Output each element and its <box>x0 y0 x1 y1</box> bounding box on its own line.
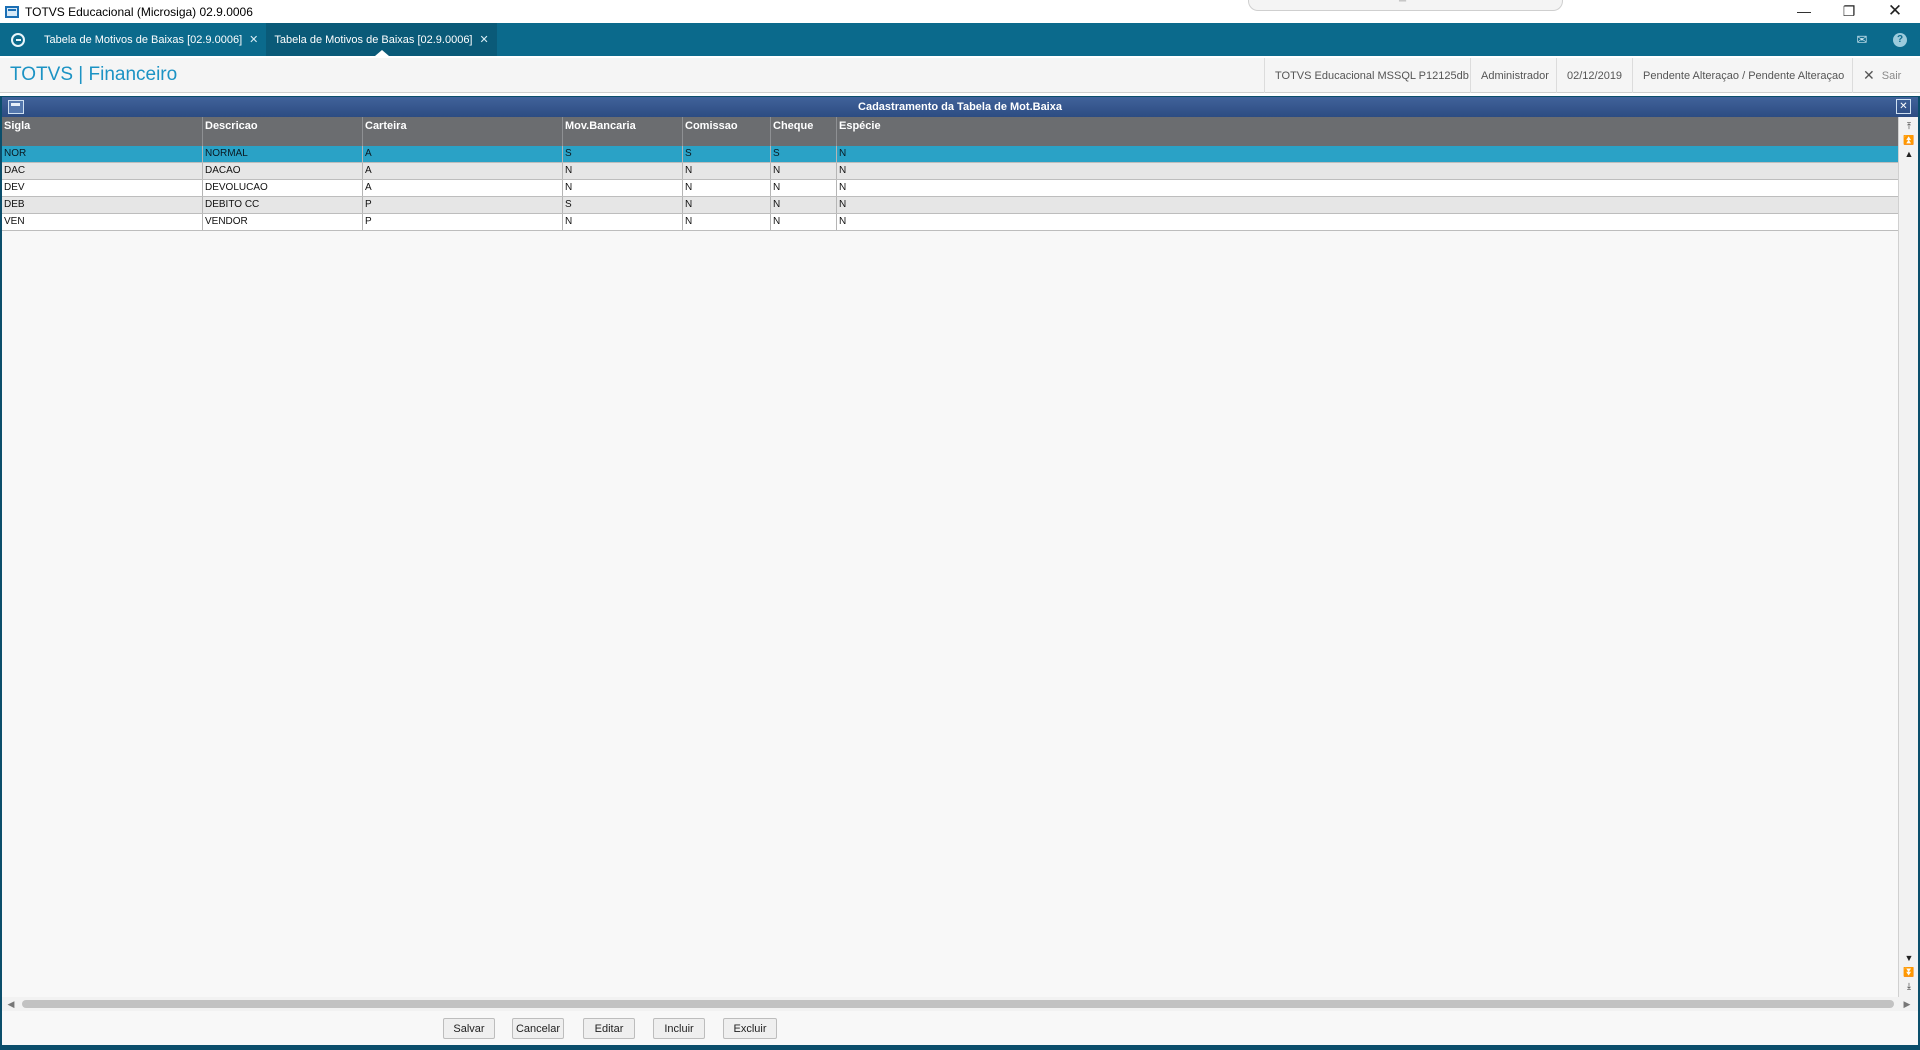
panel-title: Cadastramento da Tabela de Mot.Baixa <box>858 101 1062 113</box>
column-header-sigla[interactable]: Sigla <box>2 117 203 146</box>
panel-titlebar: Cadastramento da Tabela de Mot.Baixa ✕ <box>2 97 1918 117</box>
close-icon: ✕ <box>1863 67 1875 83</box>
horizontal-scroll-thumb[interactable] <box>22 1000 1894 1008</box>
panel-close-icon[interactable]: ✕ <box>1896 99 1911 114</box>
include-button[interactable]: Incluir <box>653 1018 705 1039</box>
tab-motivos-baixas-1[interactable]: Tabela de Motivos de Baixas [02.9.0006] … <box>36 23 266 56</box>
action-bar: Salvar Cancelar Editar Incluir Excluir <box>2 1011 1918 1045</box>
column-header-descricao[interactable]: Descricao <box>203 117 363 146</box>
minimize-icon[interactable]: — <box>1781 0 1827 22</box>
cell-cheque: N <box>771 214 837 230</box>
exit-button[interactable]: ✕ Sair <box>1852 58 1911 93</box>
vertical-scrollbar[interactable]: ⤒ ⏫ ▲ ▼ ⏬ ⤓ <box>1898 117 1918 997</box>
scroll-left-icon[interactable]: ◀ <box>4 997 18 1011</box>
restore-icon[interactable]: ❐ <box>1826 0 1872 22</box>
column-header-carteira[interactable]: Carteira <box>363 117 563 146</box>
cell-descricao: DACAO <box>203 163 363 179</box>
save-button[interactable]: Salvar <box>443 1018 495 1039</box>
table-row[interactable]: VEN VENDOR P N N N N <box>2 214 1898 231</box>
window-title: TOTVS Educacional (Microsiga) 02.9.0006 <box>25 4 253 19</box>
scroll-right-icon[interactable]: ▶ <box>1900 997 1914 1011</box>
close-window-icon[interactable]: ✕ <box>1872 0 1918 22</box>
horizontal-scrollbar[interactable]: ◀ ▶ <box>2 997 1918 1011</box>
scroll-up-icon[interactable]: ▲ <box>1902 147 1916 161</box>
cell-cheque: N <box>771 163 837 179</box>
tab-close-icon[interactable]: ✕ <box>249 33 258 46</box>
top-grab-handle[interactable] <box>1248 0 1563 11</box>
window-titlebar: TOTVS Educacional (Microsiga) 02.9.0006 <box>0 0 1920 23</box>
cell-mov-bancaria: N <box>563 214 683 230</box>
tab-close-icon[interactable]: ✕ <box>480 33 489 46</box>
column-header-mov-bancaria[interactable]: Mov.Bancaria <box>563 117 683 146</box>
tab-bar: Tabela de Motivos de Baixas [02.9.0006] … <box>0 23 1920 56</box>
cell-comissao: S <box>683 146 771 162</box>
page-down-icon[interactable]: ⏬ <box>1902 965 1916 979</box>
cell-especie: N <box>839 182 847 193</box>
cell-comissao: N <box>683 214 771 230</box>
cell-carteira: P <box>363 214 563 230</box>
cell-sigla: VEN <box>2 214 203 230</box>
cell-descricao: DEVOLUCAO <box>203 180 363 196</box>
cell-sigla: NOR <box>2 146 203 162</box>
cell-carteira: A <box>363 180 563 196</box>
grid-rows: NOR NORMAL A S S S N DAC DACAO A N N N N… <box>2 146 1898 231</box>
cell-cheque: N <box>771 197 837 213</box>
table-row[interactable]: DEB DEBITO CC P S N N N <box>2 197 1898 214</box>
tab-label: Tabela de Motivos de Baixas [02.9.0006] <box>44 33 243 46</box>
scroll-to-top-icon[interactable]: ⤒ <box>1902 119 1916 133</box>
cell-cheque: S <box>771 146 837 162</box>
cell-carteira: A <box>363 146 563 162</box>
cell-comissao: N <box>683 197 771 213</box>
cell-comissao: N <box>683 163 771 179</box>
column-header-especie[interactable]: Espécie <box>837 117 1898 146</box>
delete-button[interactable]: Excluir <box>723 1018 777 1039</box>
cell-mov-bancaria: N <box>563 180 683 196</box>
grid-header: Sigla Descricao Carteira Mov.Bancaria Co… <box>2 117 1898 146</box>
date-info: 02/12/2019 <box>1556 58 1632 93</box>
cell-descricao: NORMAL <box>203 146 363 162</box>
cell-descricao: VENDOR <box>203 214 363 230</box>
cell-mov-bancaria: S <box>563 146 683 162</box>
user-info: Administrador <box>1470 58 1559 93</box>
cell-descricao: DEBITO CC <box>203 197 363 213</box>
app-icon <box>5 5 19 18</box>
browse-grid: Sigla Descricao Carteira Mov.Bancaria Co… <box>2 117 1918 997</box>
home-menu-icon[interactable] <box>0 23 36 56</box>
column-header-comissao[interactable]: Comissao <box>683 117 771 146</box>
table-row[interactable]: DEV DEVOLUCAO A N N N N <box>2 180 1898 197</box>
tab-motivos-baixas-2[interactable]: Tabela de Motivos de Baixas [02.9.0006] … <box>266 23 497 56</box>
app-header: TOTVS | Financeiro TOTVS Educacional MSS… <box>0 58 1920 93</box>
cell-sigla: DAC <box>2 163 203 179</box>
cell-comissao: N <box>683 180 771 196</box>
browse-window: Cadastramento da Tabela de Mot.Baixa ✕ S… <box>0 96 1920 1050</box>
exit-label: Sair <box>1881 69 1902 82</box>
cell-carteira: A <box>363 163 563 179</box>
mail-icon[interactable]: ✉ <box>1846 23 1878 56</box>
cell-especie: N <box>839 148 847 159</box>
tab-label: Tabela de Motivos de Baixas [02.9.0006] <box>274 33 473 46</box>
table-row[interactable]: NOR NORMAL A S S S N <box>2 146 1898 163</box>
table-row[interactable]: DAC DACAO A N N N N <box>2 163 1898 180</box>
scroll-to-bottom-icon[interactable]: ⤓ <box>1902 979 1916 993</box>
cell-mov-bancaria: N <box>563 163 683 179</box>
column-header-cheque[interactable]: Cheque <box>771 117 837 146</box>
panel-window-icon <box>8 100 24 114</box>
cell-carteira: P <box>363 197 563 213</box>
cell-especie: N <box>839 165 847 176</box>
module-title: TOTVS | Financeiro <box>10 64 178 85</box>
help-icon[interactable]: ? <box>1884 23 1916 56</box>
status-info: Pendente Alteraçao / Pendente Alteraçao <box>1632 58 1854 93</box>
cell-especie: N <box>839 199 847 210</box>
page-up-icon[interactable]: ⏫ <box>1902 133 1916 147</box>
cell-mov-bancaria: S <box>563 197 683 213</box>
edit-button[interactable]: Editar <box>583 1018 635 1039</box>
cell-especie: N <box>839 216 847 227</box>
cell-sigla: DEB <box>2 197 203 213</box>
scroll-down-icon[interactable]: ▼ <box>1902 951 1916 965</box>
cell-cheque: N <box>771 180 837 196</box>
cancel-button[interactable]: Cancelar <box>512 1018 564 1039</box>
cell-sigla: DEV <box>2 180 203 196</box>
environment-info: TOTVS Educacional MSSQL P12125db <box>1264 58 1479 93</box>
